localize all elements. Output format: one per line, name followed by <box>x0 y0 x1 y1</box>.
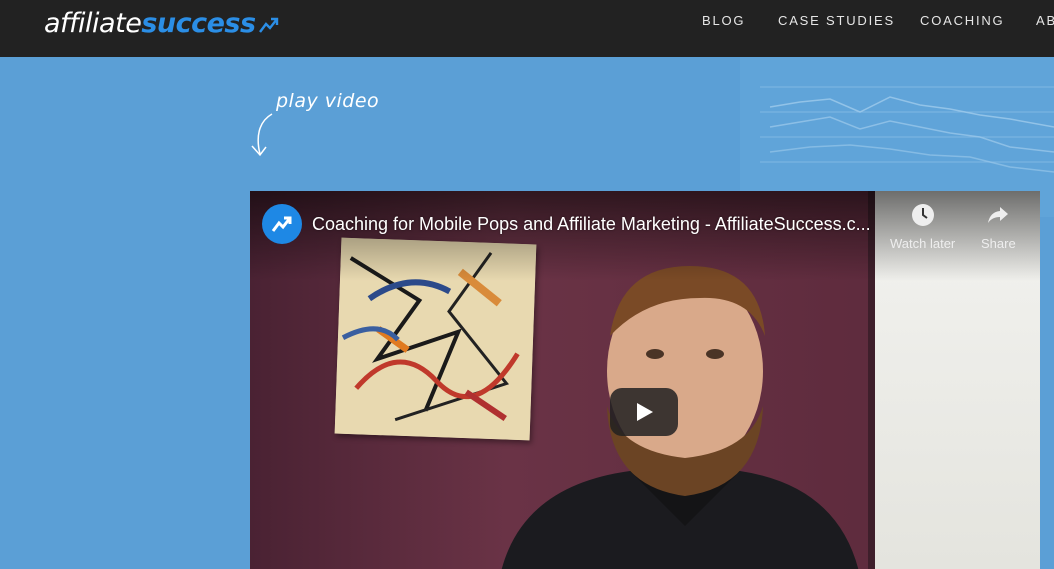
play-icon <box>637 403 653 421</box>
watch-later-button[interactable]: Watch later <box>890 203 955 251</box>
channel-avatar[interactable] <box>262 204 302 244</box>
trend-up-icon <box>258 17 278 33</box>
nav-blog[interactable]: BLOG <box>702 13 745 28</box>
site-logo[interactable]: affiliatesuccess <box>44 6 280 46</box>
logo-text-success: success <box>141 8 256 39</box>
play-video-hint: play video <box>276 90 380 112</box>
nav-about[interactable]: AB <box>1036 13 1054 28</box>
video-player[interactable]: Coaching for Mobile Pops and Affiliate M… <box>250 191 1040 569</box>
share-label: Share <box>981 236 1016 251</box>
nav-case-studies[interactable]: CASE STUDIES <box>778 13 895 28</box>
share-arrow-icon <box>988 207 1009 223</box>
curved-arrow-icon <box>251 113 273 157</box>
video-title[interactable]: Coaching for Mobile Pops and Affiliate M… <box>312 214 871 235</box>
site-header: affiliatesuccess BLOG CASE STUDIES COACH… <box>0 0 1054 57</box>
clock-icon <box>911 204 934 226</box>
logo-text-affiliate: affiliate <box>44 8 142 39</box>
watch-later-label: Watch later <box>890 236 956 251</box>
trend-up-icon <box>271 216 292 232</box>
play-button[interactable] <box>610 388 678 436</box>
share-button[interactable]: Share <box>981 203 1016 251</box>
nav-coaching[interactable]: COACHING <box>920 13 1004 28</box>
